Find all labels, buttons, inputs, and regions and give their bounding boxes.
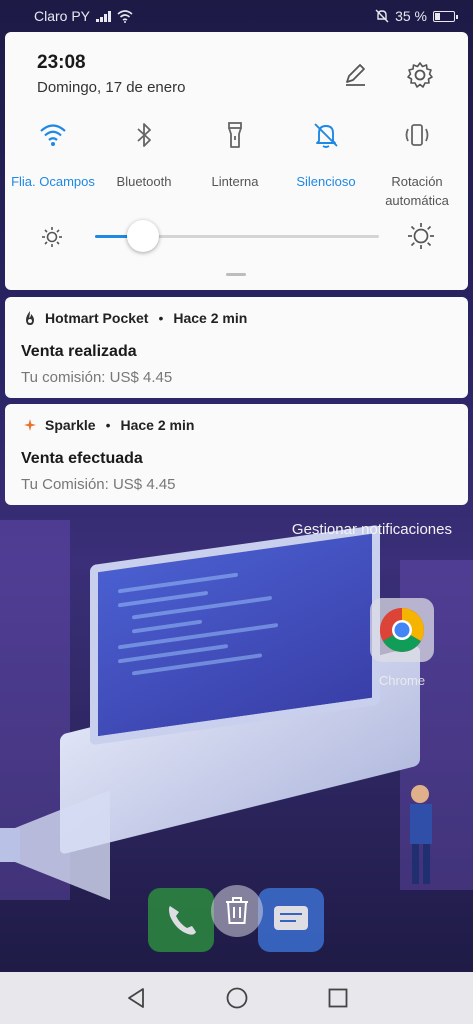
tile-label: Rotación automática xyxy=(385,174,449,208)
quick-settings-panel: 23:08 Domingo, 17 de enero Flia. Ocampos… xyxy=(5,32,468,290)
bluetooth-icon xyxy=(137,123,151,147)
tile-flashlight[interactable]: Linterna xyxy=(187,120,283,191)
panel-drag-handle[interactable] xyxy=(226,273,246,276)
brightness-slider[interactable] xyxy=(95,220,379,252)
notification-body: Tu Comisión: US$ 4.45 xyxy=(21,476,176,493)
battery-percent: 35 % xyxy=(395,8,427,24)
separator-dot: • xyxy=(158,310,164,326)
sparkle-icon xyxy=(24,419,36,431)
status-bar: Claro PY 35 % xyxy=(0,0,473,32)
chrome-app[interactable]: Chrome xyxy=(370,598,434,688)
battery-fill xyxy=(435,12,440,20)
rotation-icon xyxy=(405,124,429,146)
tile-label: Flia. Ocampos xyxy=(11,174,95,189)
manage-notifications-link[interactable]: Gestionar notificaciones xyxy=(292,521,452,538)
bell-off-icon xyxy=(314,123,338,148)
gear-icon[interactable] xyxy=(405,60,435,90)
notification-card[interactable]: Sparkle • Hace 2 min Venta efectuada Tu … xyxy=(5,404,468,505)
notification-title: Venta realizada xyxy=(21,343,137,360)
tile-wifi[interactable]: Flia. Ocampos xyxy=(5,120,101,191)
signal-icon xyxy=(96,10,112,22)
battery-icon xyxy=(433,10,458,22)
wallpaper-megaphone xyxy=(0,790,110,900)
tile-bluetooth[interactable]: Bluetooth xyxy=(96,120,192,191)
notification-body: Tu comisión: US$ 4.45 xyxy=(21,369,173,386)
back-icon[interactable] xyxy=(124,986,148,1010)
navigation-bar xyxy=(0,972,473,1024)
wifi-icon xyxy=(117,9,133,23)
wifi-icon xyxy=(40,124,66,146)
clear-notifications-button[interactable] xyxy=(211,885,263,937)
notification-app-name: Hotmart Pocket xyxy=(45,310,149,326)
notification-time: Hace 2 min xyxy=(120,417,195,433)
silent-icon xyxy=(375,9,389,23)
clock-date: Domingo, 17 de enero xyxy=(37,79,186,96)
flashlight-icon xyxy=(228,122,242,148)
notification-card[interactable]: Hotmart Pocket • Hace 2 min Venta realiz… xyxy=(5,297,468,398)
brightness-slider-thumb[interactable] xyxy=(127,220,160,252)
hotmart-flame-icon xyxy=(26,311,34,325)
carrier-name: Claro PY xyxy=(34,8,91,24)
home-icon[interactable] xyxy=(225,986,249,1010)
tile-label: Silencioso xyxy=(296,174,356,189)
phone-icon xyxy=(169,906,196,935)
tile-rotation[interactable]: Rotación automática xyxy=(369,120,465,210)
tile-label: Bluetooth xyxy=(116,174,172,189)
pencil-icon[interactable] xyxy=(341,60,369,88)
wallpaper-person xyxy=(410,785,432,884)
notification-header: Sparkle • Hace 2 min xyxy=(23,417,194,433)
clock-time: 23:08 xyxy=(37,52,86,73)
notification-title: Venta efectuada xyxy=(21,450,143,467)
notification-header: Hotmart Pocket • Hace 2 min xyxy=(23,310,247,326)
separator-dot: • xyxy=(105,417,111,433)
tile-label: Linterna xyxy=(211,174,259,189)
tile-silent[interactable]: Silencioso xyxy=(278,120,374,191)
notification-app-name: Sparkle xyxy=(45,417,96,433)
brightness-high-icon xyxy=(408,223,434,249)
message-icon xyxy=(274,906,308,930)
messages-app[interactable] xyxy=(258,888,324,952)
chrome-label: Chrome xyxy=(378,673,426,688)
notification-time: Hace 2 min xyxy=(173,310,248,326)
phone-app[interactable] xyxy=(148,888,214,952)
recents-icon[interactable] xyxy=(326,986,350,1010)
brightness-low-icon xyxy=(42,227,62,247)
trash-icon xyxy=(226,897,248,924)
chrome-icon xyxy=(370,598,434,662)
